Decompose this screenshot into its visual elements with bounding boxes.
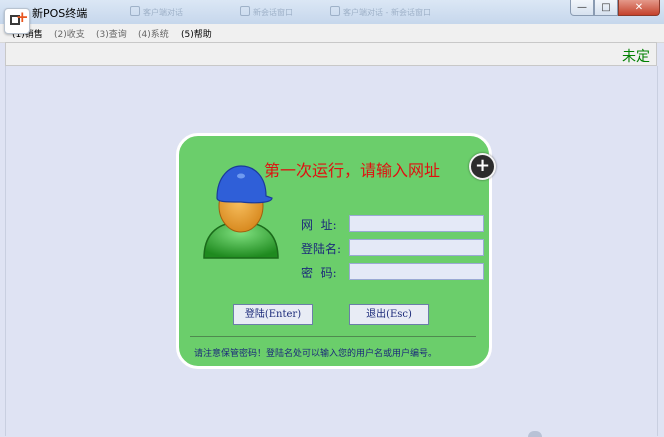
login-title: 第一次运行，请输入网址 [264, 161, 441, 180]
password-input[interactable] [349, 263, 484, 280]
resize-handle[interactable] [528, 431, 542, 437]
maximize-button[interactable]: □ [594, 0, 618, 16]
status-text: 未定 [622, 49, 650, 65]
add-button[interactable]: + [469, 153, 496, 180]
ghost-tab: 新会话窗口 [240, 6, 293, 18]
username-input[interactable] [349, 239, 484, 256]
window-title: 新POS终端 [32, 7, 88, 20]
username-label: 登陆名: [301, 242, 342, 256]
url-input[interactable] [349, 215, 484, 232]
status-strip: 未定 [5, 42, 657, 66]
left-border [5, 66, 6, 436]
window-controls: — □ ✕ [570, 0, 660, 16]
menu-system[interactable]: (4)系统 [138, 27, 169, 40]
ghost-tab-label: 新会话窗口 [253, 8, 293, 17]
exit-button[interactable]: 退出(Esc) [349, 304, 429, 325]
menu-query[interactable]: (3)查询 [96, 27, 127, 40]
divider [190, 336, 476, 337]
close-button[interactable]: ✕ [618, 0, 660, 16]
login-notice: 请注意保管密码！登陆名处可以输入您的用户名或用户编号。 [194, 349, 438, 359]
ghost-tab: 客户端对话 - 新会话窗口 [330, 6, 431, 18]
ghost-tab-label: 客户端对话 - 新会话窗口 [343, 8, 431, 17]
ghost-tab-label: 客户端对话 [143, 8, 183, 17]
plus-icon: + [16, 8, 29, 26]
menu-income-expense[interactable]: (2)收支 [54, 27, 85, 40]
minimize-button[interactable]: — [570, 0, 594, 16]
app-icon[interactable]: + [4, 8, 30, 34]
password-label: 密 码: [301, 266, 337, 280]
login-button[interactable]: 登陆(Enter) [233, 304, 313, 325]
menu-help[interactable]: (5)帮助 [181, 27, 212, 40]
title-bar: 新POS终端 客户端对话 新会话窗口 客户端对话 - 新会话窗口 — □ ✕ [0, 0, 664, 24]
menu-bar: (1)销售 (2)收支 (3)查询 (4)系统 (5)帮助 [0, 24, 664, 43]
right-border [657, 66, 658, 436]
url-label: 网 址: [301, 218, 337, 232]
ghost-tab: 客户端对话 [130, 6, 183, 18]
